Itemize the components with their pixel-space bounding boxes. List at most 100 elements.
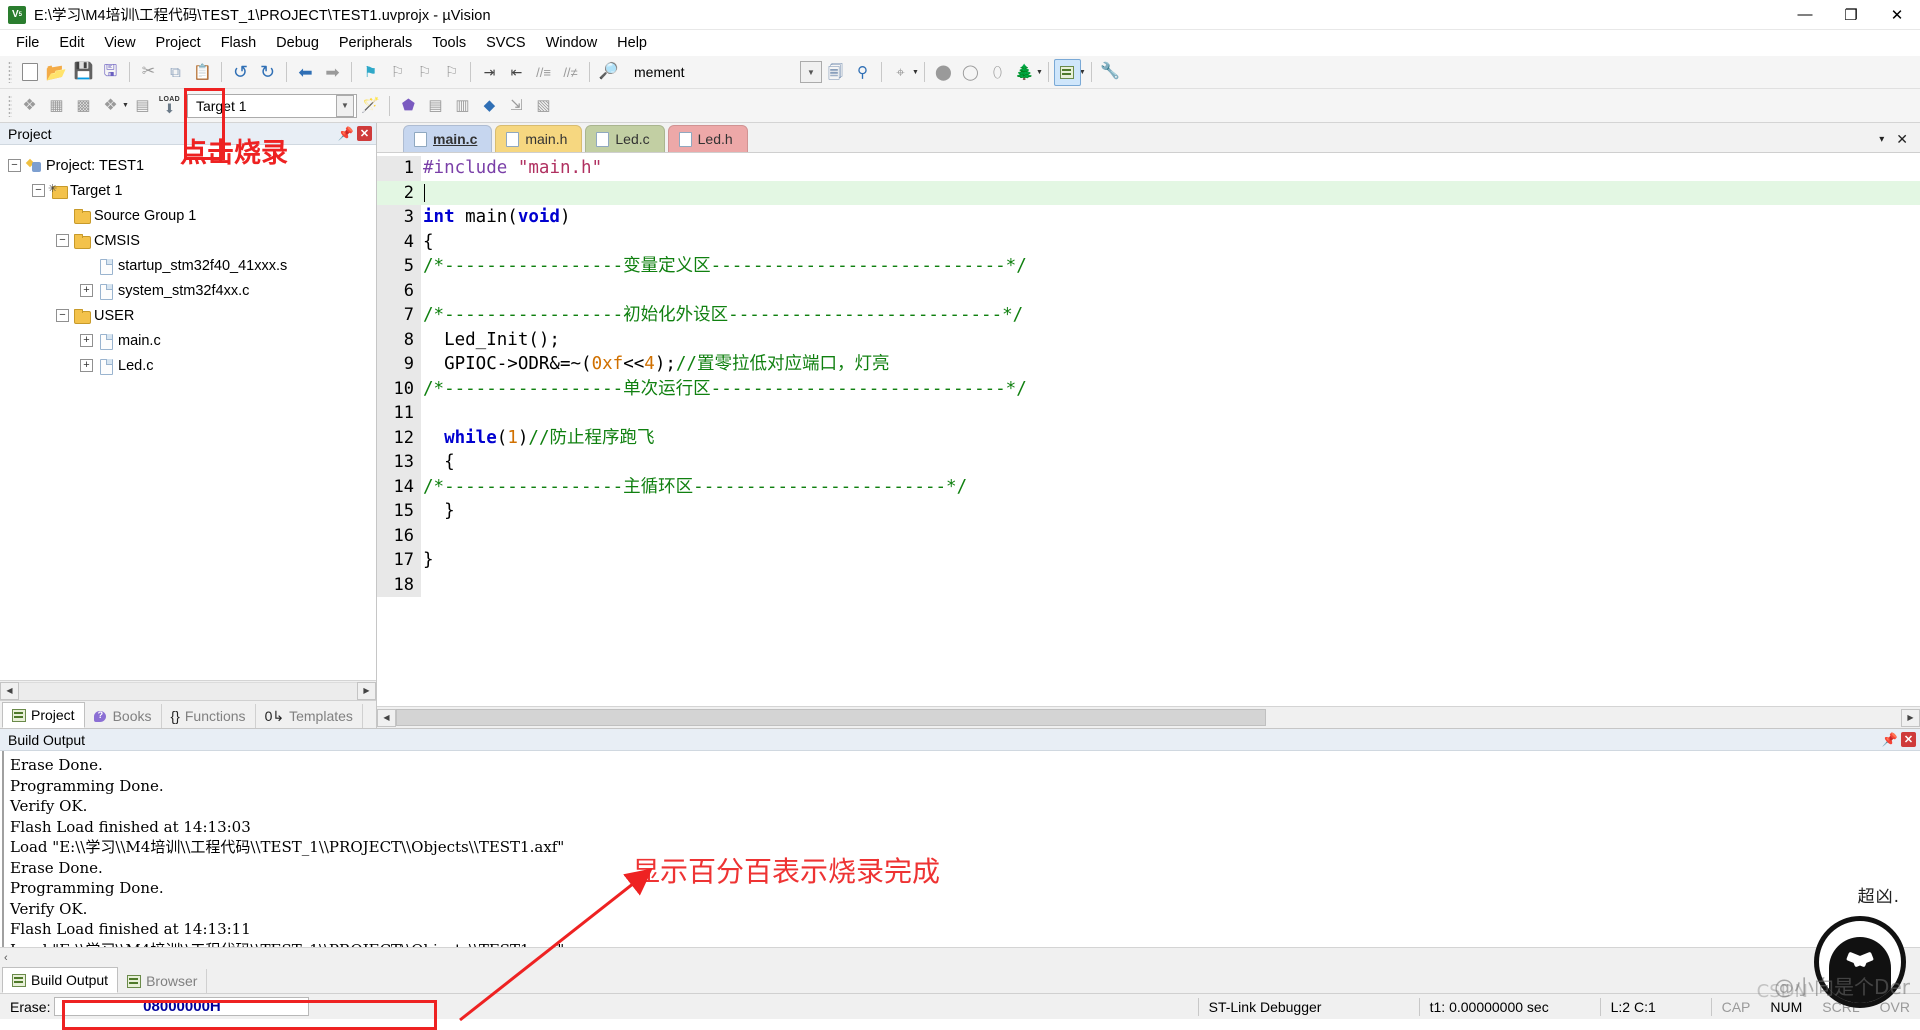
code-line[interactable]: 11 bbox=[377, 401, 1920, 426]
toolbar-grip[interactable] bbox=[8, 61, 12, 83]
code-line[interactable]: 12 while(1)//防止程序跑飞 bbox=[377, 425, 1920, 450]
scroll-right-button[interactable]: ▶ bbox=[357, 681, 376, 700]
menu-debug[interactable]: Debug bbox=[266, 32, 329, 54]
code-line[interactable]: 16 bbox=[377, 523, 1920, 548]
find-in-files-button[interactable]: 🗐 bbox=[822, 59, 849, 86]
copy-button[interactable]: ⧉ bbox=[162, 59, 189, 86]
tab-build-output[interactable]: Build Output bbox=[2, 967, 119, 993]
debug-link-button[interactable]: ⬯ bbox=[984, 59, 1011, 86]
code-line[interactable]: 8 Led_Init(); bbox=[377, 327, 1920, 352]
stop-build-button[interactable]: ▤ bbox=[129, 92, 156, 119]
code-line[interactable]: 13 { bbox=[377, 450, 1920, 475]
save-button[interactable]: 💾 bbox=[70, 59, 97, 86]
editor-tab-Led-c[interactable]: Led.c bbox=[585, 125, 665, 152]
new-file-button[interactable] bbox=[16, 59, 43, 86]
bookmark-previous-button[interactable]: ⚐ bbox=[384, 59, 411, 86]
tree-item[interactable]: startup_stm32f40_41xxx.s bbox=[8, 253, 376, 278]
search-combo[interactable]: mement bbox=[626, 60, 796, 84]
collapse-icon[interactable]: − bbox=[56, 309, 69, 322]
undo-button[interactable]: ↺ bbox=[227, 59, 254, 86]
build-output-log[interactable]: Erase Done. Programming Done. Verify OK. Fl… bbox=[2, 751, 1920, 947]
editor-tab-main-h[interactable]: main.h bbox=[495, 125, 583, 152]
menu-window[interactable]: Window bbox=[536, 32, 608, 54]
multi-project-button[interactable]: ▧ bbox=[530, 92, 557, 119]
code-line[interactable]: 2 bbox=[377, 180, 1920, 205]
code-lines[interactable]: 1 #include "main.h" 2 3 int main(void) 4{5/*-… bbox=[377, 153, 1920, 706]
translate-file-button[interactable]: ❖ bbox=[16, 92, 43, 119]
build-scroll-left-icon[interactable]: ‹ bbox=[4, 952, 8, 964]
debug-start-button[interactable]: ⬤ bbox=[930, 59, 957, 86]
navigate-forward-button[interactable]: ➡ bbox=[319, 59, 346, 86]
editor-scroll-left-button[interactable]: ◀ bbox=[377, 708, 396, 727]
menu-tools[interactable]: Tools bbox=[422, 32, 476, 54]
menu-edit[interactable]: Edit bbox=[49, 32, 94, 54]
bookmark-toggle-button[interactable]: ⚑ bbox=[357, 59, 384, 86]
collapse-icon[interactable]: − bbox=[32, 184, 45, 197]
search-input-value[interactable]: mement bbox=[634, 64, 685, 80]
editor-scroll-right-button[interactable]: ▶ bbox=[1901, 708, 1920, 727]
redo-button[interactable]: ↻ bbox=[254, 59, 281, 86]
menu-peripherals[interactable]: Peripherals bbox=[329, 32, 422, 54]
menu-help[interactable]: Help bbox=[607, 32, 657, 54]
indent-button[interactable]: ⇥ bbox=[476, 59, 503, 86]
tab-project[interactable]: Project bbox=[2, 702, 85, 728]
close-button[interactable]: ✕ bbox=[1874, 0, 1920, 30]
collapse-icon[interactable]: − bbox=[56, 234, 69, 247]
bookmark-clear-button[interactable]: ⚐ bbox=[438, 59, 465, 86]
tab-browser[interactable]: Browser bbox=[118, 969, 208, 993]
manage-run-time-env-button[interactable]: ▤ bbox=[422, 92, 449, 119]
tree-item[interactable]: + main.c bbox=[8, 328, 376, 353]
collapse-icon[interactable]: − bbox=[8, 159, 21, 172]
zoom-tool-button[interactable]: ⌖ bbox=[887, 59, 914, 86]
bookmark-next-button[interactable]: ⚐ bbox=[411, 59, 438, 86]
tree-item[interactable]: + Led.c bbox=[8, 353, 376, 378]
find-next-button[interactable]: ⚲ bbox=[849, 59, 876, 86]
outdent-button[interactable]: ⇤ bbox=[503, 59, 530, 86]
search-dropdown-button[interactable]: ▼ bbox=[800, 61, 822, 83]
tree-item[interactable]: + system_stm32f4xx.c bbox=[8, 278, 376, 303]
cut-button[interactable]: ✂ bbox=[135, 59, 162, 86]
tab-books[interactable]: Books bbox=[85, 704, 162, 728]
target-select[interactable]: Target 1 ▼ bbox=[186, 93, 357, 118]
code-line[interactable]: 6 bbox=[377, 278, 1920, 303]
menu-project[interactable]: Project bbox=[146, 32, 211, 54]
tree-item[interactable]: Source Group 1 bbox=[8, 203, 376, 228]
configure-wrench-button[interactable]: 🔧 bbox=[1097, 59, 1124, 86]
tree-item[interactable]: − USER bbox=[8, 303, 376, 328]
build-output-close-icon[interactable]: ✕ bbox=[1901, 732, 1916, 747]
pack-installer-button[interactable]: ⬟ bbox=[395, 92, 422, 119]
code-line[interactable]: 17} bbox=[377, 548, 1920, 573]
expand-icon[interactable]: + bbox=[80, 284, 93, 297]
tab-functions[interactable]: {} Functions bbox=[162, 704, 256, 728]
code-line[interactable]: 7/*-----------------初始化外设区--------------… bbox=[377, 303, 1920, 328]
scroll-left-button[interactable]: ◀ bbox=[0, 681, 19, 700]
editor-tab-main-c[interactable]: main.c bbox=[403, 125, 493, 152]
paste-button[interactable]: 📋 bbox=[189, 59, 216, 86]
navigate-back-button[interactable]: ⬅ bbox=[292, 59, 319, 86]
uncomment-block-button[interactable]: //≠ bbox=[557, 59, 584, 86]
menu-file[interactable]: File bbox=[6, 32, 49, 54]
expand-icon[interactable]: + bbox=[80, 334, 93, 347]
editor-hscrollbar[interactable]: ◀ ▶ bbox=[377, 706, 1920, 728]
build-target-button[interactable]: ▦ bbox=[43, 92, 70, 119]
code-line[interactable]: 10/*-----------------单次运行区--------------… bbox=[377, 376, 1920, 401]
tree-item[interactable]: − CMSIS bbox=[8, 228, 376, 253]
code-line[interactable]: 18 bbox=[377, 572, 1920, 597]
editor-window-list-icon[interactable]: ▾ bbox=[1879, 134, 1884, 145]
expand-icon[interactable]: + bbox=[80, 359, 93, 372]
minimize-button[interactable]: — bbox=[1782, 0, 1828, 30]
open-file-button[interactable]: 📂 bbox=[43, 59, 70, 86]
comment-block-button[interactable]: //≡ bbox=[530, 59, 557, 86]
pin-icon[interactable]: 📌 bbox=[1882, 732, 1898, 748]
code-line[interactable]: 9 GPIOC->ODR&=~(0xf<<4);//置零拉低对应端口，灯亮 bbox=[377, 352, 1920, 377]
options-for-target-button[interactable]: 🪄 bbox=[357, 92, 384, 119]
code-line[interactable]: 14/*-----------------主循环区---------------… bbox=[377, 474, 1920, 499]
editor-scroll-thumb[interactable] bbox=[396, 709, 1266, 726]
manage-project-items-button[interactable]: ▥ bbox=[449, 92, 476, 119]
debug-stop-button[interactable]: ◯ bbox=[957, 59, 984, 86]
project-window-toggle-button[interactable] bbox=[1053, 58, 1081, 86]
move-up-button[interactable]: ◆ bbox=[476, 92, 503, 119]
project-tree-hscrollbar[interactable]: ◀ ▶ bbox=[0, 680, 376, 700]
menu-svcs[interactable]: SVCS bbox=[476, 32, 536, 54]
editor-tab-Led-h[interactable]: Led.h bbox=[667, 125, 748, 152]
